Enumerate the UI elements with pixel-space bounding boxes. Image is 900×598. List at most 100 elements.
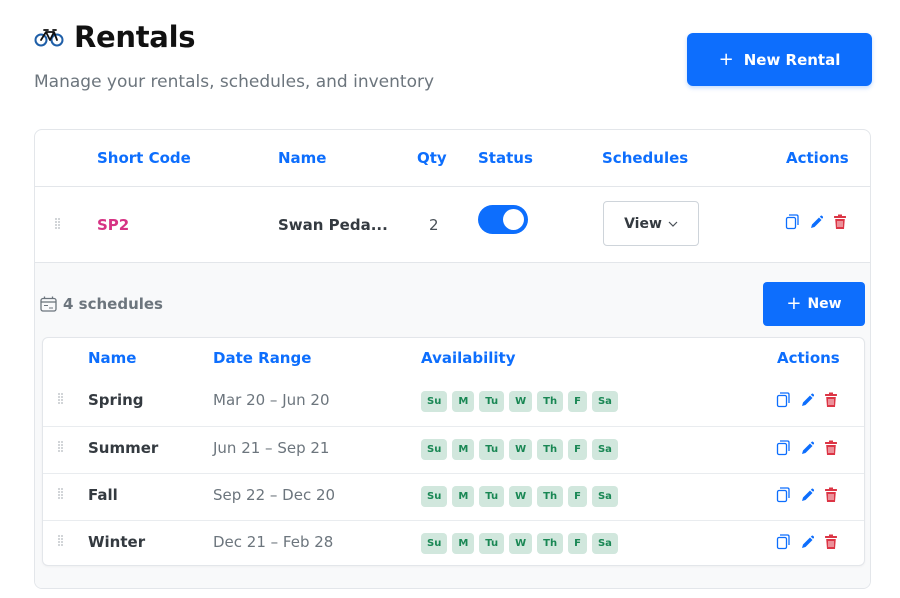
col-actions: Actions	[786, 149, 849, 167]
day-badge: Tu	[479, 533, 505, 554]
day-badge: Tu	[479, 486, 505, 507]
page-title: Rentals	[34, 20, 195, 54]
day-badge: W	[509, 439, 533, 460]
day-badge: W	[509, 533, 533, 554]
rental-name: Swan Peda...	[278, 216, 388, 234]
bicycle-icon	[34, 29, 64, 47]
day-badge: F	[568, 391, 587, 412]
edit-icon[interactable]	[800, 440, 814, 456]
day-badge: Sa	[591, 391, 618, 412]
delete-icon[interactable]	[824, 487, 838, 503]
day-badge: Th	[537, 486, 564, 507]
rentals-table: Short Code Name Qty Status Schedules Act…	[34, 129, 871, 589]
schedules-count-label: 4 schedules	[63, 295, 163, 313]
availability-days: Su M Tu W Th F Sa	[421, 391, 618, 412]
new-rental-button[interactable]: + New Rental	[687, 33, 872, 86]
toggle-knob	[503, 209, 524, 230]
edit-icon[interactable]	[800, 487, 814, 503]
schedule-row: Summer Jun 21 – Sep 21 Su M Tu W Th F Sa	[43, 426, 864, 472]
copy-icon[interactable]	[776, 440, 790, 456]
day-badge: Su	[421, 391, 448, 412]
day-badge: Sa	[591, 439, 618, 460]
availability-days: Su M Tu W Th F Sa	[421, 439, 618, 460]
col-schedule-name[interactable]: Name	[88, 349, 136, 367]
schedule-name: Fall	[88, 486, 118, 504]
delete-icon[interactable]	[824, 534, 838, 550]
day-badge: Tu	[479, 391, 505, 412]
schedules-view-select[interactable]: View	[603, 201, 699, 246]
col-date-range[interactable]: Date Range	[213, 349, 311, 367]
schedule-row: Spring Mar 20 – Jun 20 Su M Tu W Th F Sa	[43, 379, 864, 425]
col-availability: Availability	[421, 349, 516, 367]
drag-handle-icon[interactable]	[58, 488, 64, 500]
copy-icon[interactable]	[785, 214, 799, 230]
schedule-actions	[776, 487, 838, 503]
copy-icon[interactable]	[776, 487, 790, 503]
col-schedules[interactable]: Schedules	[602, 149, 688, 167]
schedule-name: Winter	[88, 533, 146, 551]
col-status[interactable]: Status	[478, 149, 533, 167]
schedules-panel: 4 schedules + New Name Date Range Availa…	[35, 263, 870, 588]
availability-days: Su M Tu W Th F Sa	[421, 533, 618, 554]
drag-handle-icon[interactable]	[58, 535, 64, 547]
day-badge: Sa	[591, 486, 618, 507]
header-divider	[35, 186, 870, 187]
day-badge: F	[568, 486, 587, 507]
drag-handle-icon[interactable]	[58, 393, 64, 405]
day-badge: M	[452, 391, 475, 412]
schedule-actions	[776, 440, 838, 456]
day-badge: M	[452, 486, 475, 507]
rental-qty: 2	[429, 216, 439, 234]
day-badge: Su	[421, 533, 448, 554]
schedule-name: Spring	[88, 391, 144, 409]
day-badge: F	[568, 533, 587, 554]
schedule-actions	[776, 392, 838, 408]
col-short-code[interactable]: Short Code	[97, 149, 191, 167]
copy-icon[interactable]	[776, 392, 790, 408]
new-schedule-label: New	[807, 296, 842, 312]
delete-icon[interactable]	[833, 214, 847, 230]
day-badge: Su	[421, 486, 448, 507]
page-title-text: Rentals	[74, 20, 196, 54]
schedule-actions	[776, 534, 838, 550]
day-badge: W	[509, 486, 533, 507]
schedule-date-range: Dec 21 – Feb 28	[213, 533, 334, 551]
col-name[interactable]: Name	[278, 149, 326, 167]
copy-icon[interactable]	[776, 534, 790, 550]
delete-icon[interactable]	[824, 440, 838, 456]
day-badge: Th	[537, 533, 564, 554]
delete-icon[interactable]	[824, 392, 838, 408]
view-select-label: View	[624, 215, 662, 232]
schedules-count: 4 schedules	[40, 295, 163, 313]
rental-actions	[785, 214, 847, 230]
day-badge: W	[509, 391, 533, 412]
new-schedule-button[interactable]: + New	[763, 282, 865, 326]
schedule-date-range: Jun 21 – Sep 21	[213, 439, 330, 457]
drag-handle-icon[interactable]	[58, 441, 64, 453]
day-badge: F	[568, 439, 587, 460]
col-qty[interactable]: Qty	[417, 149, 447, 167]
schedules-table: Name Date Range Availability Actions Spr…	[42, 337, 865, 566]
col-schedule-actions: Actions	[777, 349, 840, 367]
day-badge: Su	[421, 439, 448, 460]
availability-days: Su M Tu W Th F Sa	[421, 486, 618, 507]
day-badge: Sa	[591, 533, 618, 554]
day-badge: Tu	[479, 439, 505, 460]
status-toggle[interactable]	[478, 205, 528, 234]
plus-icon: +	[786, 293, 802, 314]
day-badge: Th	[537, 391, 564, 412]
edit-icon[interactable]	[809, 214, 823, 230]
schedule-name: Summer	[88, 439, 159, 457]
rental-short-code: SP2	[97, 216, 130, 234]
day-badge: M	[452, 439, 475, 460]
schedule-row: Winter Dec 21 – Feb 28 Su M Tu W Th F Sa	[43, 520, 864, 565]
schedule-row: Fall Sep 22 – Dec 20 Su M Tu W Th F Sa	[43, 473, 864, 519]
schedule-date-range: Mar 20 – Jun 20	[213, 391, 330, 409]
drag-handle-icon[interactable]	[55, 218, 61, 230]
day-badge: Th	[537, 439, 564, 460]
edit-icon[interactable]	[800, 534, 814, 550]
schedule-date-range: Sep 22 – Dec 20	[213, 486, 336, 504]
edit-icon[interactable]	[800, 392, 814, 408]
page-subtitle: Manage your rentals, schedules, and inve…	[34, 72, 435, 92]
plus-icon: +	[718, 48, 734, 70]
